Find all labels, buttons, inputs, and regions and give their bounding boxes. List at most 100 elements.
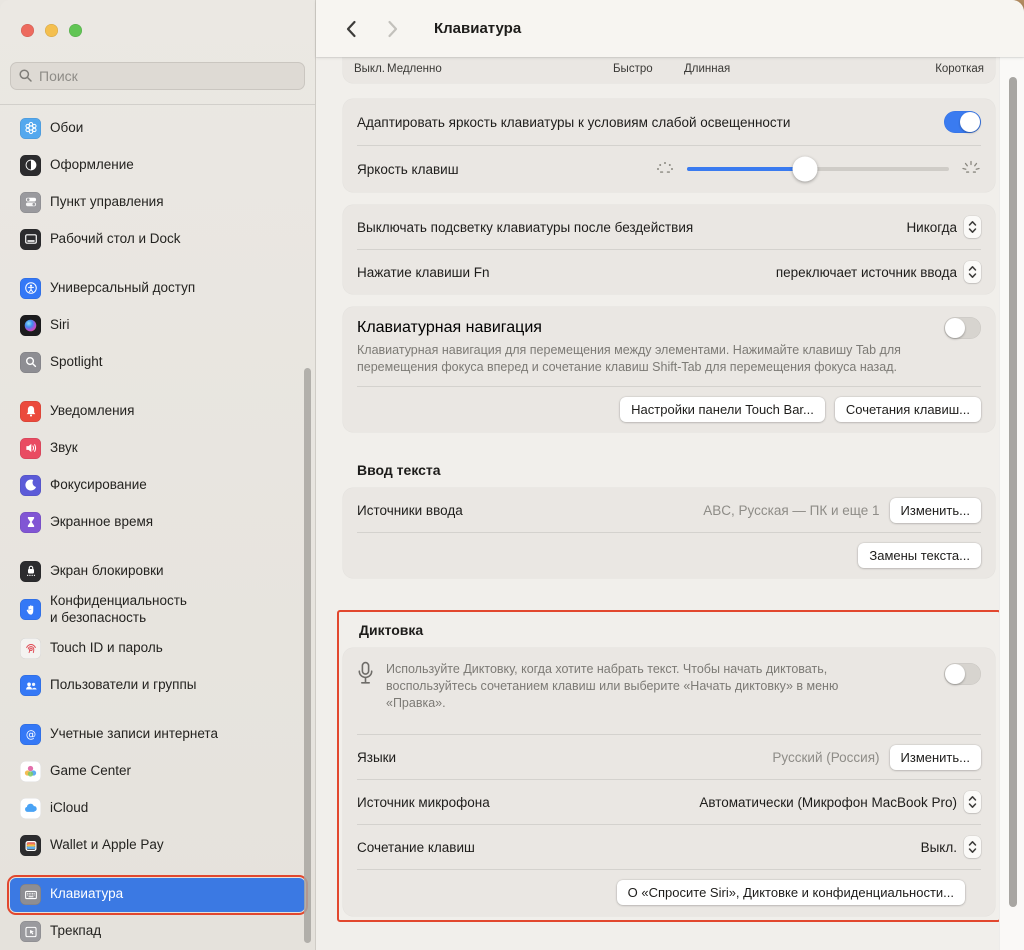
sidebar-item-label: Конфиденциальность и безопасность [50,593,187,627]
dictation-section-title: Диктовка [359,622,995,638]
sidebar-item-siri[interactable]: Siri [10,308,305,342]
microphone-source-value: Автоматически (Микрофон MacBook Pro) [699,795,957,810]
sidebar-group: @Учетные записи интернета Game Center iClo… [10,718,305,863]
forward-button[interactable] [380,16,406,42]
zoom-button[interactable] [69,24,82,37]
edit-input-sources-button[interactable]: Изменить... [890,498,981,523]
sidebar-item-wallet[interactable]: Wallet и Apple Pay [10,829,305,863]
sidebar-item-label: Game Center [50,763,131,780]
adaptive-brightness-label: Адаптировать яркость клавиатуры к услови… [357,115,790,130]
sidebar-item-label: iCloud [50,800,88,817]
microphone-source-label: Источник микрофона [357,795,490,810]
sidebar-item-wallpaper[interactable]: Обои [10,111,305,145]
touchbar-settings-button[interactable]: Настройки панели Touch Bar... [620,397,825,422]
sidebar-item-spotlight[interactable]: Spotlight [10,345,305,379]
dictation-languages-label: Языки [357,750,396,765]
sidebar-group: Уведомления Звук Фокусирование Экранное вре… [10,394,305,539]
dictation-shortcut-select[interactable]: Выкл. [921,836,981,858]
sidebar-item-label: Экран блокировки [50,563,164,580]
lock-screen-icon [20,561,41,582]
key-repeat-card: Выкл. Медленно Быстро Длинная Короткая [343,57,995,83]
svg-text:@: @ [25,730,35,741]
cloud-icon [20,798,41,819]
minimize-button[interactable] [45,24,58,37]
text-input-section-title: Ввод текста [357,462,995,478]
keyboard-shortcuts-button[interactable]: Сочетания клавиш... [835,397,981,422]
sidebar-item-users-groups[interactable]: Пользователи и группы [10,669,305,703]
search-input[interactable] [10,62,305,90]
sidebar-scrollbar[interactable] [304,368,311,943]
sidebar-item-focus[interactable]: Фокусирование [10,468,305,502]
dictation-shortcut-label: Сочетание клавиш [357,840,475,855]
sidebar-item-internet-accounts[interactable]: @Учетные записи интернета [10,718,305,752]
tick-label-slow: Медленно [387,63,442,75]
backlight-timeout-value: Никогда [906,220,957,235]
microphone-source-select[interactable]: Автоматически (Микрофон MacBook Pro) [699,791,981,813]
backlight-timeout-label: Выключать подсветку клавиатуры после без… [357,220,693,235]
tick-label-long: Длинная [684,63,730,75]
sidebar-item-control-center[interactable]: Пункт управления [10,185,305,219]
sidebar-item-game-center[interactable]: Game Center [10,755,305,789]
keyboard-brightness-low-icon [655,160,675,178]
sidebar-group: Универсальный доступSiri Spotlight [10,271,305,379]
sidebar-item-label: Spotlight [50,354,103,371]
sidebar-item-icloud[interactable]: iCloud [10,792,305,826]
sidebar-item-label: Фокусирование [50,477,147,494]
dictation-card: Используйте Диктовку, когда хотите набра… [343,648,995,916]
sidebar-item-label: Трекпад [50,923,101,940]
edit-languages-button[interactable]: Изменить... [890,745,981,770]
keyboard-nav-card: Клавиатурная навигация Клавиатурная нави… [343,307,995,432]
dictation-languages-value: Русский (Россия) [772,750,879,765]
control-center-icon [20,192,41,213]
sidebar-item-touch-id[interactable]: Touch ID и пароль [10,632,305,666]
timeout-fn-card: Выключать подсветку клавиатуры после без… [343,205,995,294]
backlight-card: Адаптировать яркость клавиатуры к услови… [343,99,995,192]
bell-icon [20,401,41,422]
keyboard-nav-toggle[interactable] [944,317,981,339]
close-button[interactable] [21,24,34,37]
input-sources-label: Источники ввода [357,503,463,518]
sidebar-group: ОбоиОформлениеПункт управленияРабочий ст… [10,111,305,256]
back-button[interactable] [338,16,364,42]
sidebar-item-notifications[interactable]: Уведомления [10,394,305,428]
sidebar-item-appearance[interactable]: Оформление [10,148,305,182]
fn-key-select[interactable]: переключает источник ввода [776,261,981,283]
microphone-icon [357,661,374,692]
sidebar-item-trackpad[interactable]: Трекпад [10,915,305,949]
tick-label-fast: Быстро [613,63,653,75]
chevron-up-down-icon [964,836,981,858]
wallet-icon [20,835,41,856]
sidebar-item-label: Клавиатура [50,886,123,903]
sidebar-item-lock-screen[interactable]: Экран блокировки [10,554,305,588]
sidebar-item-label: Touch ID и пароль [50,640,163,657]
sidebar-item-desktop-dock[interactable]: Рабочий стол и Dock [10,222,305,256]
accessibility-icon [20,278,41,299]
about-siri-dictation-privacy-button[interactable]: О «Спросите Siri», Диктовке и конфиденци… [617,880,965,905]
page-title: Клавиатура [434,20,521,37]
backlight-timeout-select[interactable]: Никогда [906,216,981,238]
sidebar-item-label: Звук [50,440,78,457]
key-brightness-slider[interactable] [687,167,949,171]
main-scrollbar[interactable] [1009,77,1017,907]
text-input-card: Источники ввода ABC, Русская — ПК и еще … [343,488,995,578]
dictation-toggle[interactable] [944,663,981,685]
settings-content: Выкл. Медленно Быстро Длинная Короткая А… [343,57,995,922]
key-brightness-label: Яркость клавиш [357,162,459,177]
sidebar-item-screen-time[interactable]: Экранное время [10,505,305,539]
users-icon [20,675,41,696]
keyboard-nav-description: Клавиатурная навигация для перемещения м… [357,342,981,375]
window-controls [21,24,82,37]
text-replacements-button[interactable]: Замены текста... [858,543,981,568]
sidebar-item-sound[interactable]: Звук [10,431,305,465]
sidebar-item-label: Пользователи и группы [50,677,197,694]
sidebar-item-accessibility[interactable]: Универсальный доступ [10,271,305,305]
sidebar-item-keyboard[interactable]: Клавиатура [10,878,305,912]
privacy-hand-icon [20,599,41,620]
system-settings-window: ОбоиОформлениеПункт управленияРабочий ст… [0,0,1024,950]
sidebar-group: Экран блокировки Конфиденциальность и без… [10,554,305,703]
sidebar-item-privacy-security[interactable]: Конфиденциальность и безопасность [10,591,305,629]
adaptive-brightness-toggle[interactable] [944,111,981,133]
moon-icon [20,475,41,496]
sidebar-group: КлавиатураТрекпадПринтеры и сканеры [10,878,305,950]
keyboard-nav-label: Клавиатурная навигация [357,319,542,337]
